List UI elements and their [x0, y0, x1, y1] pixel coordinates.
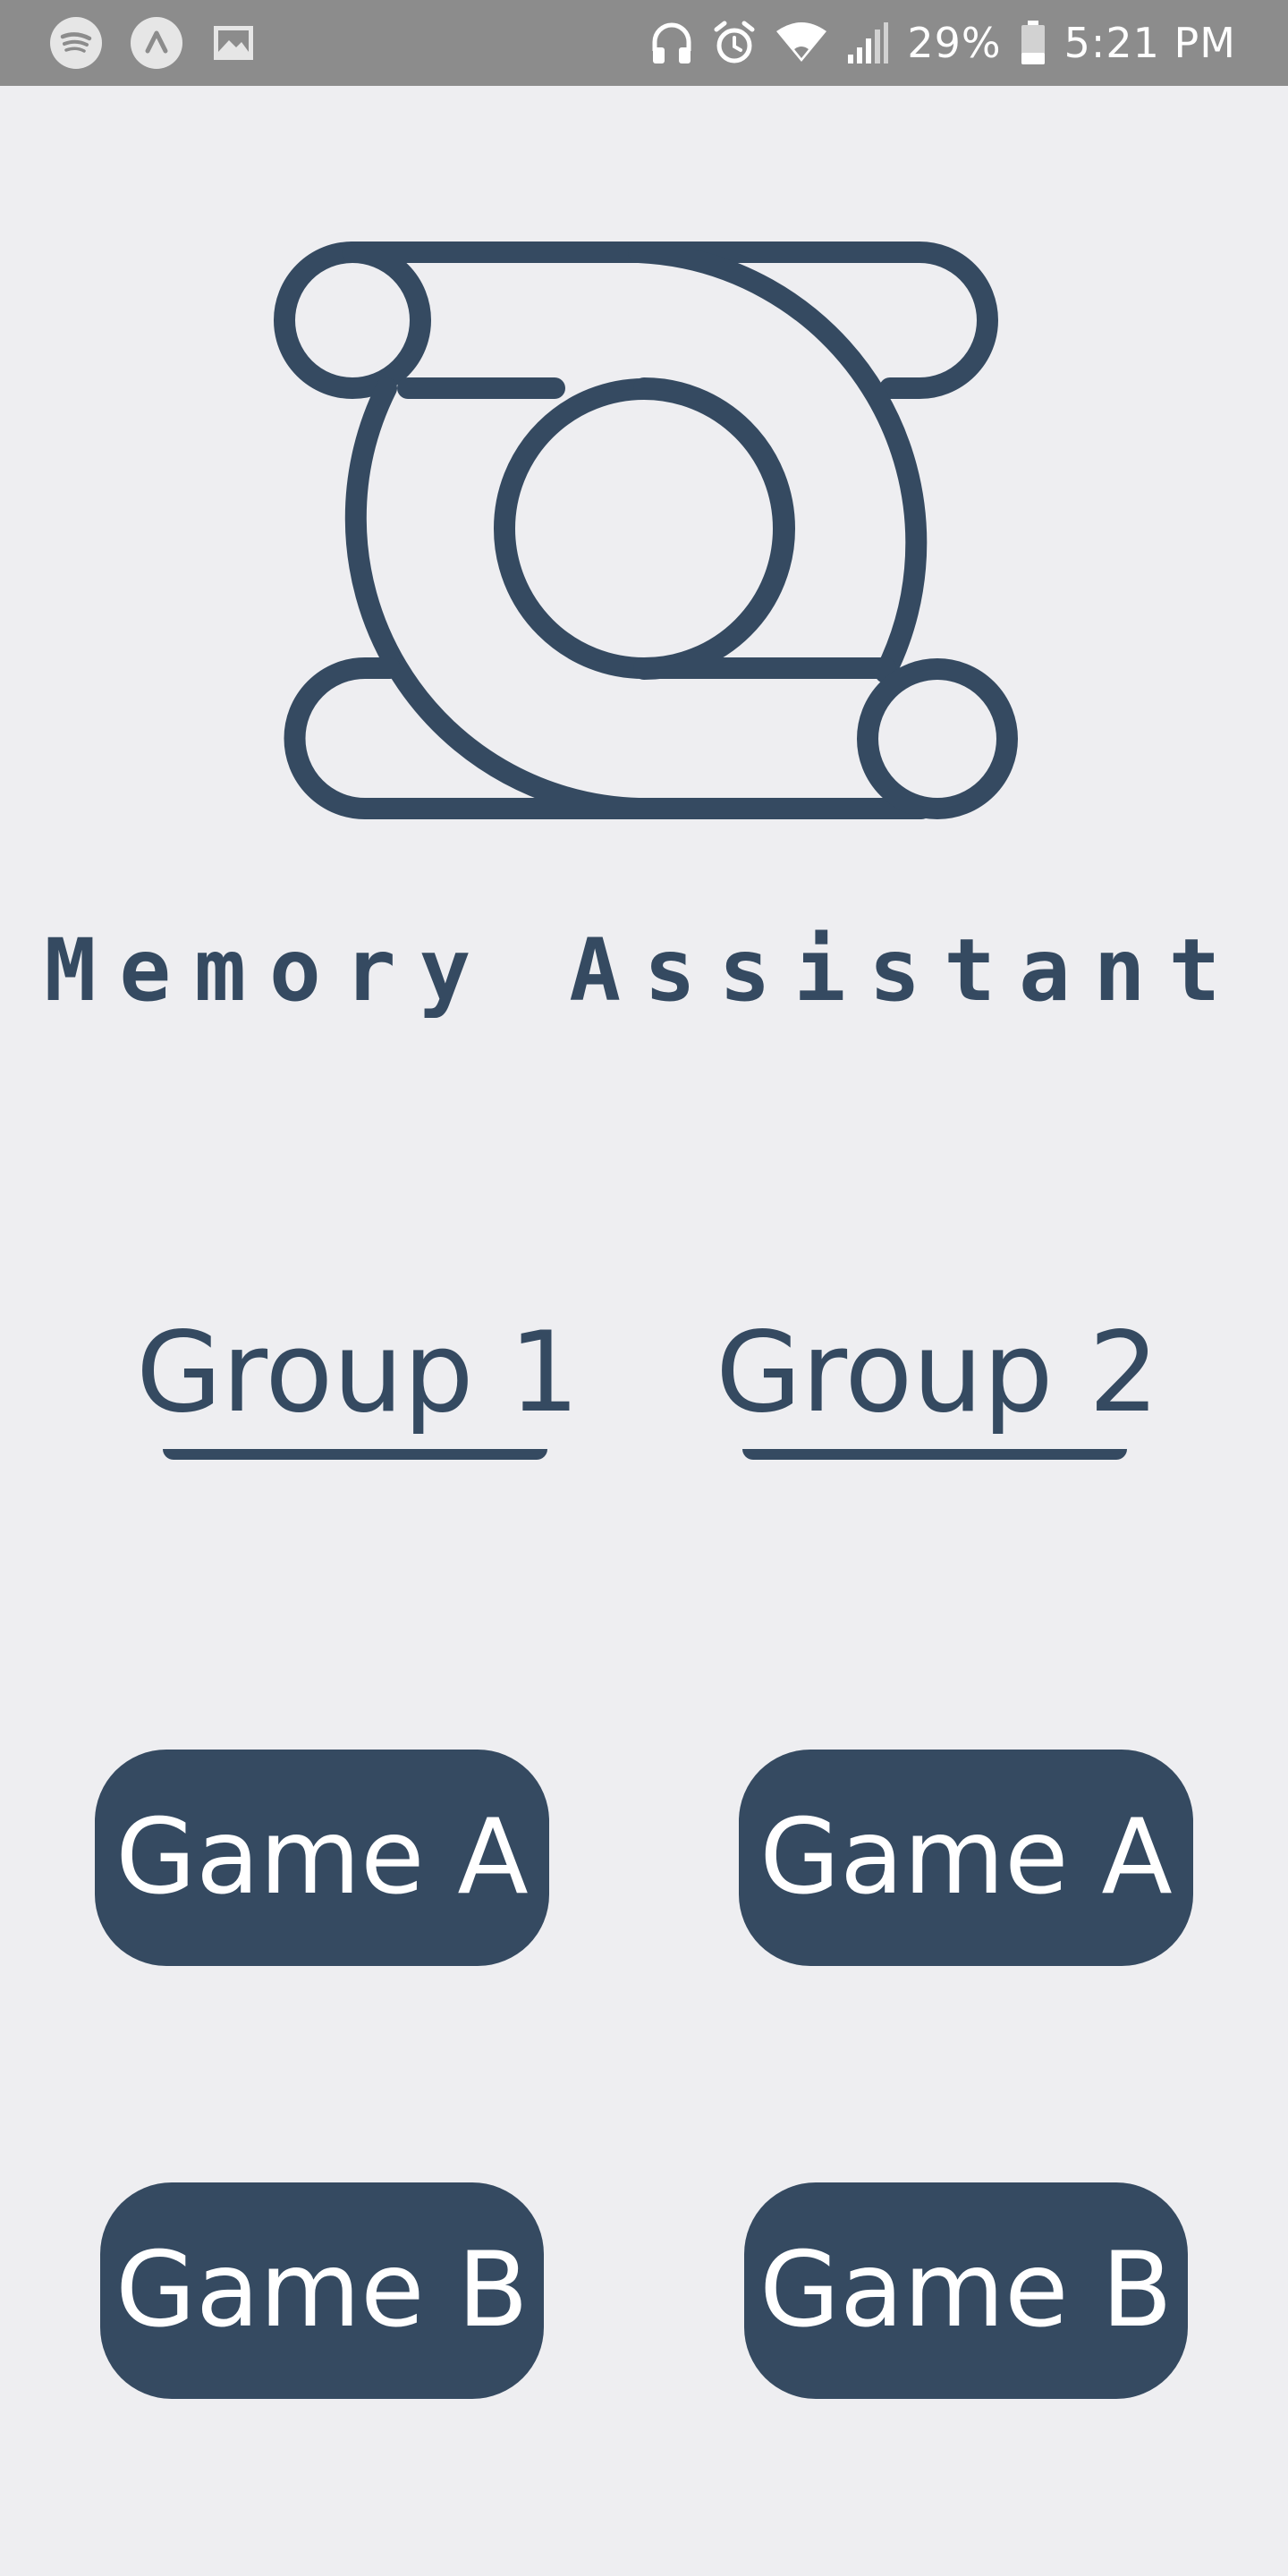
clock: 5:21 PM [1063, 19, 1236, 67]
group-2-underline [742, 1449, 1127, 1460]
status-bar: 29% 5:21 PM [0, 0, 1288, 86]
app-title: Memory Assistant [44, 920, 1244, 1021]
headphones-icon [649, 19, 694, 67]
group-2-game-b-button[interactable]: Game B [744, 2182, 1188, 2399]
group-2-label: Group 2 [716, 1309, 1159, 1437]
group-1-tab[interactable]: Group 1 [125, 1297, 590, 1476]
group-1-game-b-button[interactable]: Game B [100, 2182, 544, 2399]
image-icon [211, 21, 256, 65]
memory-assistant-logo [268, 229, 1020, 819]
alarm-icon [712, 19, 757, 67]
group-1-label: Group 1 [136, 1309, 580, 1437]
wifi-icon [775, 19, 828, 67]
group-2-game-a-button[interactable]: Game A [739, 1750, 1193, 1966]
battery-percent: 29% [907, 19, 1002, 67]
group-1-underline [163, 1449, 547, 1460]
system-status: 29% 5:21 PM [649, 16, 1236, 70]
group-1-game-a-button[interactable]: Game A [95, 1750, 549, 1966]
group-2-tab[interactable]: Group 2 [705, 1297, 1170, 1476]
app-launcher-icon [131, 17, 182, 69]
signal-icon [846, 19, 889, 67]
spotify-icon [50, 17, 102, 69]
notification-icons [50, 16, 256, 70]
battery-icon [1020, 19, 1046, 67]
